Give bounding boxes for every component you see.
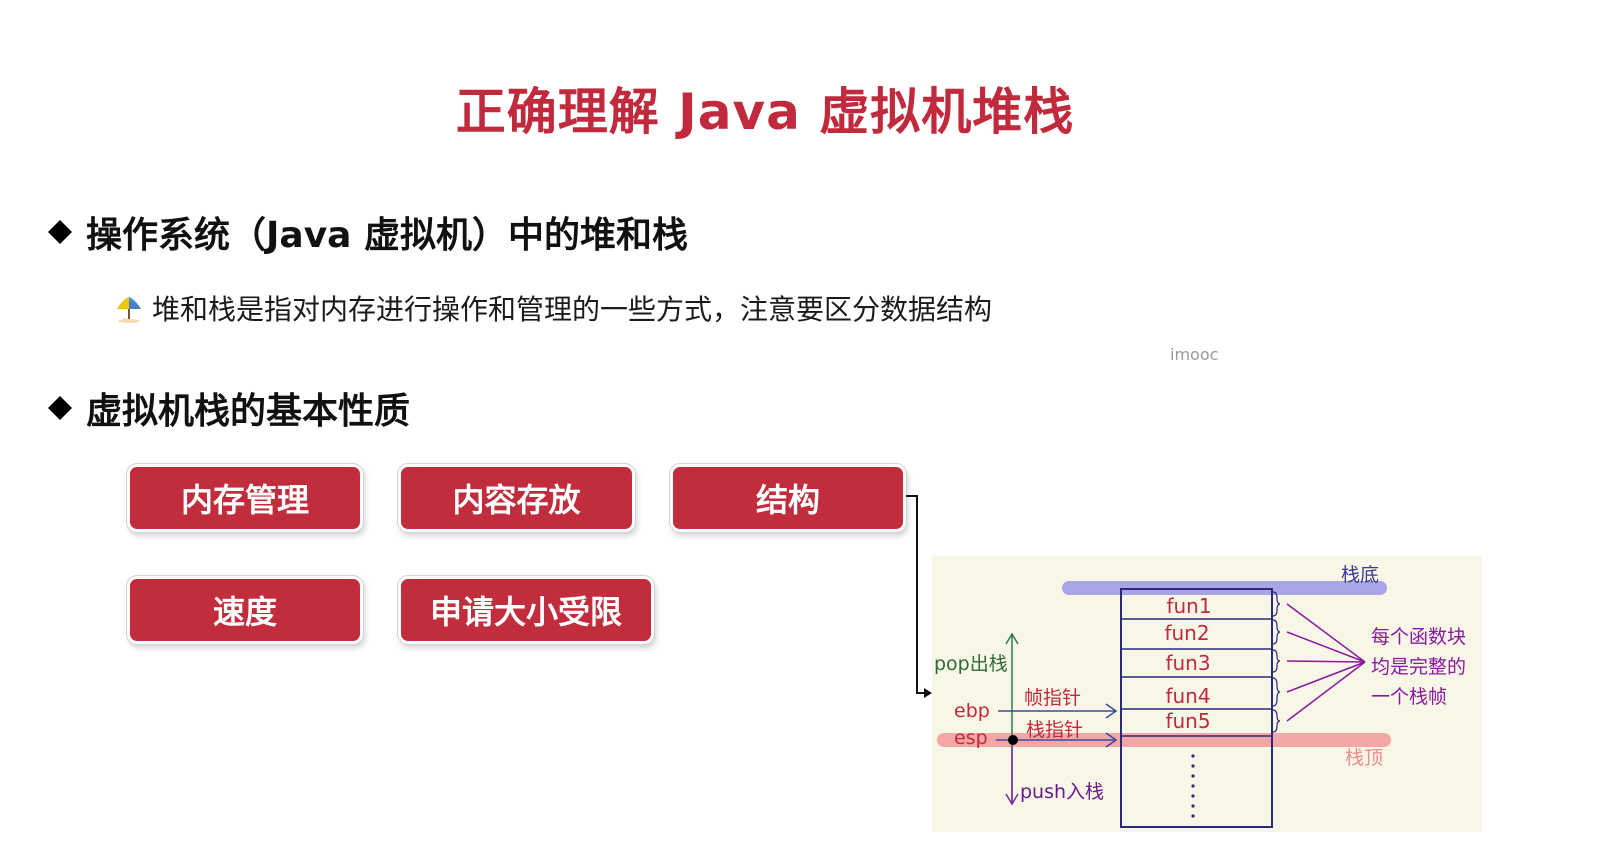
esp-label: esp (954, 727, 988, 749)
stack-top-label: 栈顶 (1345, 747, 1383, 769)
push-label: push入栈 (1020, 781, 1104, 803)
frame-label: fun4 (1165, 684, 1210, 708)
stack-pointer-label: 栈指针 (1026, 719, 1083, 741)
annotation-line-2: 均是完整的 (1371, 656, 1466, 678)
annotation-line-3: 一个栈帧 (1371, 686, 1447, 708)
ebp-label: ebp (954, 700, 990, 722)
annotation-line-1: 每个函数块 (1371, 626, 1466, 648)
stack-bottom-label: 栈底 (1341, 564, 1379, 586)
pop-label: pop出栈 (934, 653, 1008, 675)
frame-label: fun5 (1165, 709, 1210, 733)
esp-dot (1008, 735, 1018, 745)
frame-label: fun2 (1164, 621, 1209, 645)
stack-diagram: fun1 fun2 fun3 fun4 fun5 栈底 栈顶 pop出栈 pus… (932, 556, 1482, 832)
frame-label: fun1 (1166, 594, 1211, 618)
frame-pointer-label: 帧指针 (1024, 687, 1081, 709)
frame-label: fun3 (1165, 651, 1210, 675)
